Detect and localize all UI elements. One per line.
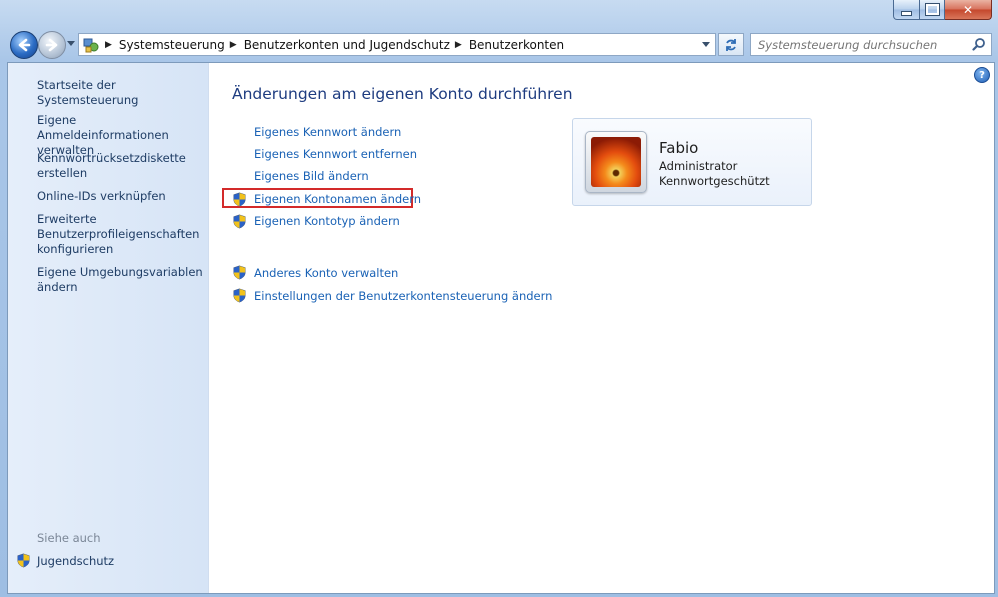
shield-icon (233, 192, 246, 207)
account-type: Administrator (659, 159, 738, 173)
link-benutzerkontensteuerung[interactable]: Einstellungen der Benutzerkontensteuerun… (254, 289, 552, 303)
refresh-button[interactable] (718, 33, 744, 56)
search-input[interactable] (751, 37, 968, 52)
chevron-down-icon (702, 41, 710, 47)
breadcrumb-separator-icon[interactable]: ▶ (230, 40, 237, 50)
see-also-heading: Siehe auch (37, 531, 101, 545)
account-card: Fabio Administrator Kennwortgeschützt (572, 118, 812, 206)
sidebar-item-startseite[interactable]: Startseite der Systemsteuerung (37, 78, 207, 108)
recent-pages-dropdown[interactable] (66, 39, 76, 49)
minimize-icon (901, 10, 912, 16)
sidebar-item-umgebungsvariablen[interactable]: Eigene Umgebungsvariablen ändern (37, 265, 207, 295)
navigation-toolbar: ▶ Systemsteuerung ▶ Benutzerkonten und J… (0, 30, 998, 60)
arrow-right-icon (45, 38, 58, 52)
maximize-button[interactable] (920, 0, 945, 20)
link-kennwort-aendern[interactable]: Eigenes Kennwort ändern (254, 125, 401, 139)
breadcrumb-separator-icon[interactable]: ▶ (105, 40, 112, 50)
search-icon[interactable] (971, 36, 987, 52)
shield-icon (233, 265, 246, 280)
search-box (750, 33, 992, 56)
link-bild-aendern[interactable]: Eigenes Bild ändern (254, 169, 369, 183)
minimize-button[interactable] (893, 0, 920, 20)
breadcrumb-systemsteuerung[interactable]: Systemsteuerung (119, 38, 225, 52)
breadcrumb-separator-icon[interactable]: ▶ (455, 40, 462, 50)
arrow-left-icon (18, 38, 31, 52)
account-name: Fabio (659, 139, 699, 157)
see-also-jugendschutz[interactable]: Jugendschutz (16, 553, 114, 568)
shield-icon (233, 214, 246, 229)
avatar[interactable] (585, 131, 647, 193)
link-kontotyp-aendern[interactable]: Eigenen Kontotyp ändern (254, 214, 400, 228)
see-also-jugendschutz-label[interactable]: Jugendschutz (37, 554, 114, 568)
forward-button[interactable] (38, 31, 66, 59)
close-button[interactable]: ✕ (945, 0, 992, 20)
back-button[interactable] (10, 31, 38, 59)
content-area: Startseite der Systemsteuerung Eigene An… (7, 62, 995, 594)
shield-icon (17, 553, 30, 568)
maximize-icon (924, 3, 940, 16)
sidebar-item-kennwortruecksetzdiskette[interactable]: Kennwortrücksetzdiskette erstellen (37, 151, 207, 181)
sidebar-item-online-ids[interactable]: Online-IDs verknüpfen (37, 189, 207, 204)
link-kontonamen-aendern[interactable]: Eigenen Kontonamen ändern (254, 192, 421, 206)
breadcrumb-benutzerkonten-jugendschutz[interactable]: Benutzerkonten und Jugendschutz (244, 38, 450, 52)
close-icon: ✕ (962, 2, 974, 17)
task-pane: Startseite der Systemsteuerung Eigene An… (8, 63, 209, 593)
sidebar-item-benutzerprofileigenschaften[interactable]: Erweiterte Benutzerprofileigenschaften k… (37, 212, 199, 257)
address-bar[interactable]: ▶ Systemsteuerung ▶ Benutzerkonten und J… (78, 33, 716, 56)
shield-icon (233, 288, 246, 303)
help-button[interactable]: ? (974, 67, 990, 83)
link-kennwort-entfernen[interactable]: Eigenes Kennwort entfernen (254, 147, 417, 161)
breadcrumb-benutzerkonten[interactable]: Benutzerkonten (469, 38, 564, 52)
title-bar: ✕ (0, 0, 998, 26)
refresh-icon (726, 38, 736, 51)
chevron-down-icon (67, 41, 75, 46)
flower-picture-icon (591, 137, 641, 187)
address-dropdown-button[interactable] (697, 34, 715, 55)
explorer-window: ✕ ▶ Systemsteuerung ▶ Benutzerkonten und… (0, 0, 998, 597)
page-title: Änderungen am eigenen Konto durchführen (232, 85, 573, 103)
account-password-status: Kennwortgeschützt (659, 174, 770, 188)
control-panel-icon (82, 36, 100, 54)
caption-buttons: ✕ (893, 0, 992, 20)
link-anderes-konto-verwalten[interactable]: Anderes Konto verwalten (254, 266, 398, 280)
